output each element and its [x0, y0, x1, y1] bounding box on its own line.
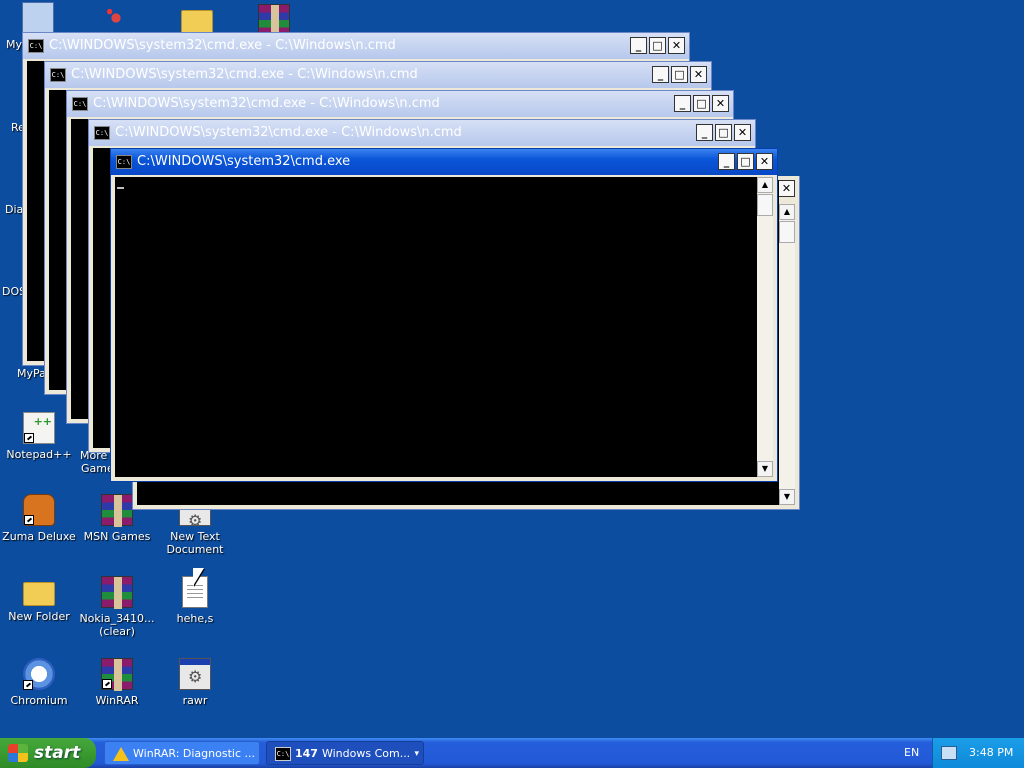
minimize-button[interactable]: _ [630, 37, 647, 54]
clock[interactable]: 3:48 PM [969, 738, 1013, 768]
scroll-up-arrow-icon[interactable]: ▲ [757, 177, 773, 193]
close-button[interactable]: ✕ [690, 66, 707, 83]
window-titlebar[interactable]: C:\ C:\WINDOWS\system32\cmd.exe - C:\Win… [89, 120, 755, 146]
window-titlebar[interactable]: C:\ C:\WINDOWS\system32\cmd.exe - C:\Win… [67, 91, 733, 117]
scroll-down-arrow-icon[interactable]: ▼ [779, 489, 795, 505]
desktop-icon-rawr[interactable]: rawr [156, 658, 234, 707]
taskbar-button-cmd-group[interactable]: C:\ 147 Windows Com... ▾ [266, 741, 424, 765]
taskbar-button-label: Windows Com... [321, 747, 411, 760]
cmd-window-active[interactable]: C:\ C:\WINDOWS\system32\cmd.exe _ □ ✕ ▲ ▼ [110, 148, 778, 482]
window-title: C:\WINDOWS\system32\cmd.exe [137, 154, 351, 169]
maximize-button[interactable]: □ [715, 124, 732, 141]
close-button[interactable]: ✕ [734, 124, 751, 141]
desktop: My Re Dia DOS MyPa Notepad++ More Game Z… [0, 0, 1024, 738]
desktop-icon-label: New Folder [8, 610, 70, 623]
window-titlebar[interactable]: C:\ C:\WINDOWS\system32\cmd.exe - C:\Win… [45, 62, 711, 88]
partial-label-dia: Dia [5, 203, 24, 216]
chevron-down-icon: ▾ [414, 749, 419, 759]
desktop-icon-zuma[interactable]: Zuma Deluxe [0, 494, 78, 543]
cmd-icon: C:\ [94, 126, 110, 140]
my-computer-icon [22, 2, 54, 34]
text-cursor [117, 187, 124, 189]
window-title: C:\WINDOWS\system32\cmd.exe - C:\Windows… [49, 38, 396, 53]
minimize-button[interactable]: _ [674, 95, 691, 112]
scroll-thumb[interactable] [757, 194, 773, 216]
window-titlebar[interactable]: C:\ C:\WINDOWS\system32\cmd.exe [111, 149, 777, 175]
winrar-archive-icon [101, 494, 133, 527]
vertical-scrollbar[interactable]: ▲ ▼ [779, 204, 795, 505]
mouse-pointer-icon [193, 568, 204, 586]
network-icon[interactable] [941, 746, 957, 760]
shortcut-arrow-icon [23, 680, 33, 690]
start-label: start [34, 743, 81, 763]
window-title: C:\WINDOWS\system32\cmd.exe - C:\Windows… [115, 125, 462, 140]
taskbar-button-label: WinRAR: Diagnostic ... [133, 747, 255, 760]
start-button[interactable]: start [0, 738, 96, 768]
desktop-icon-label: MSN Games [83, 530, 151, 543]
partial-label-my: My [6, 38, 23, 51]
console-area[interactable] [115, 177, 757, 477]
vertical-scrollbar[interactable]: ▲ ▼ [757, 177, 773, 477]
cmd-icon: C:\ [72, 97, 88, 111]
cmd-icon: C:\ [50, 68, 66, 82]
winrar-icon [101, 658, 133, 691]
maximize-button[interactable]: □ [671, 66, 688, 83]
chromium-icon [23, 658, 55, 690]
zuma-icon [23, 494, 55, 526]
maximize-button[interactable]: □ [693, 95, 710, 112]
desktop-icon-label: rawr [182, 694, 208, 707]
window-count: 147 [295, 747, 318, 760]
desktop-icon-label: Notepad++ [6, 448, 72, 461]
desktop-icon-winrar[interactable]: WinRAR [78, 658, 156, 707]
desktop-icon-nokia[interactable]: Nokia_3410... (clear) [78, 576, 156, 638]
desktop-icon-label: Nokia_3410... (clear) [79, 612, 155, 638]
folder-icon [23, 582, 55, 606]
window-titlebar[interactable]: C:\ C:\WINDOWS\system32\cmd.exe - C:\Win… [23, 33, 689, 59]
windows-flag-icon [8, 744, 28, 762]
system-tray: 3:48 PM [932, 738, 1024, 768]
scroll-down-arrow-icon[interactable]: ▼ [757, 461, 773, 477]
folder-icon [181, 10, 213, 34]
desktop-icon-chromium[interactable]: Chromium [0, 658, 78, 707]
notepadpp-icon [23, 412, 55, 444]
batch-file-icon [179, 658, 211, 690]
desktop-icon-label: New Text Document [166, 530, 224, 556]
shortcut-arrow-icon [24, 515, 34, 525]
maximize-button[interactable]: □ [649, 37, 666, 54]
shortcut-arrow-icon [102, 679, 112, 689]
cmd-icon: C:\ [28, 39, 44, 53]
minimize-button[interactable]: _ [718, 153, 735, 170]
close-button[interactable]: ✕ [778, 180, 795, 197]
desktop-icon-new-folder[interactable]: New Folder [0, 576, 78, 623]
window-title: C:\WINDOWS\system32\cmd.exe - C:\Windows… [93, 96, 440, 111]
desktop-icon-label: WinRAR [95, 694, 139, 707]
cmd-icon: C:\ [116, 155, 132, 169]
warning-icon [113, 747, 129, 761]
scroll-up-arrow-icon[interactable]: ▲ [779, 204, 795, 220]
cmd-icon: C:\ [275, 747, 291, 761]
partial-label-game: Game [81, 462, 114, 475]
shortcut-arrow-icon [24, 433, 34, 443]
desktop-icon-folder-top[interactable] [155, 4, 233, 34]
scroll-thumb[interactable] [779, 221, 795, 243]
taskbar: start WinRAR: Diagnostic ... C:\ 147 Wind… [0, 738, 1024, 768]
close-button[interactable]: ✕ [712, 95, 729, 112]
language-indicator[interactable]: EN [904, 738, 919, 768]
fireworks-icon [100, 2, 132, 34]
desktop-icon-my-computer[interactable] [0, 2, 78, 34]
minimize-button[interactable]: _ [652, 66, 669, 83]
desktop-icon-label: Zuma Deluxe [2, 530, 76, 543]
partial-label-mypa: MyPa [17, 367, 46, 380]
desktop-icon-label: Chromium [10, 694, 68, 707]
window-title: C:\WINDOWS\system32\cmd.exe - C:\Windows… [71, 67, 418, 82]
maximize-button[interactable]: □ [737, 153, 754, 170]
minimize-button[interactable]: _ [696, 124, 713, 141]
taskbar-button-winrar[interactable]: WinRAR: Diagnostic ... [104, 741, 260, 765]
close-button[interactable]: ✕ [756, 153, 773, 170]
winrar-archive-icon [101, 576, 133, 609]
close-button[interactable]: ✕ [668, 37, 685, 54]
desktop-icon-label: hehe,s [176, 612, 214, 625]
